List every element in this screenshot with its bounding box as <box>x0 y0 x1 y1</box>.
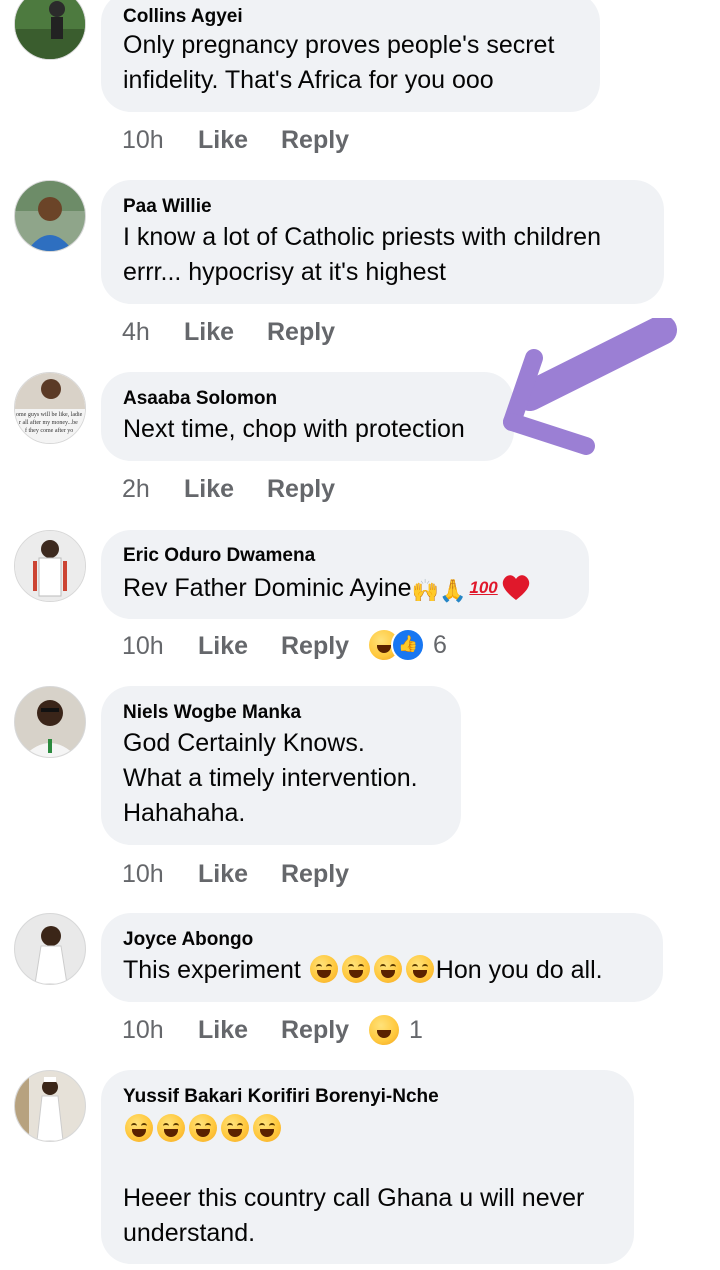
reply-button[interactable]: Reply <box>281 123 349 157</box>
annotation-arrow-icon <box>503 318 677 455</box>
comment-author[interactable]: Yussif Bakari Korifiri Borenyi-Nche <box>123 1086 439 1108</box>
comment-bubble: Collins Agyei Only pregnancy proves peop… <box>101 0 600 112</box>
like-button[interactable]: Like <box>198 1013 248 1047</box>
reply-button[interactable]: Reply <box>281 1013 349 1047</box>
tears-of-joy-icon <box>373 955 402 983</box>
avatar[interactable] <box>14 686 86 758</box>
comment-timestamp[interactable]: 2h <box>122 472 150 506</box>
folded-hands-icon: 🙏 <box>438 578 467 603</box>
red-heart-icon <box>502 575 529 600</box>
comment-timestamp[interactable]: 10h <box>122 857 164 891</box>
reply-button[interactable]: Reply <box>281 857 349 891</box>
like-reaction-icon: 👍 <box>391 628 425 662</box>
tears-of-joy-icon <box>309 955 338 983</box>
comment-text-line: infidelity. That's Africa for you ooo <box>123 66 494 94</box>
comment-text-line: Heeer this country call Ghana u will nev… <box>123 1184 585 1212</box>
comment-text-line: This experiment Hon you do all. <box>123 953 603 988</box>
comment-text-line: God Certainly Knows. <box>123 729 365 757</box>
reply-button[interactable]: Reply <box>281 629 349 663</box>
reply-button[interactable]: Reply <box>267 472 335 506</box>
comment-author[interactable]: Niels Wogbe Manka <box>123 702 301 724</box>
comment-bubble: Paa Willie I know a lot of Catholic prie… <box>101 180 664 304</box>
comment-bubble: Eric Oduro Dwamena Rev Father Dominic Ay… <box>101 530 589 619</box>
reaction-count: 1 <box>409 1016 423 1044</box>
hundred-points-icon: 100 <box>469 578 498 597</box>
comment-text-line: understand. <box>123 1219 256 1247</box>
avatar-caption: r all after my money...be <box>19 419 78 426</box>
comment-timestamp[interactable]: 10h <box>122 1013 164 1047</box>
tears-of-joy-icon <box>189 1114 217 1142</box>
comment-author[interactable]: Paa Willie <box>123 196 212 218</box>
avatar[interactable] <box>14 0 86 60</box>
comment-timestamp[interactable]: 10h <box>122 629 164 663</box>
tears-of-joy-icon <box>405 955 434 983</box>
comment-bubble: Asaaba Solomon Next time, chop with prot… <box>101 372 514 461</box>
comment-author[interactable]: Eric Oduro Dwamena <box>123 545 315 567</box>
like-button[interactable]: Like <box>198 629 248 663</box>
tears-of-joy-icon <box>221 1114 249 1142</box>
like-button[interactable]: Like <box>184 315 234 349</box>
reply-button[interactable]: Reply <box>267 315 335 349</box>
comment-text-line: Hahahaha. <box>123 799 246 827</box>
reaction-count: 6 <box>433 631 447 659</box>
comment-text: Rev Father Dominic Ayine <box>123 574 412 602</box>
reaction-summary[interactable]: 1 <box>367 1013 437 1047</box>
comment-timestamp[interactable]: 4h <box>122 315 150 349</box>
avatar[interactable] <box>14 1070 86 1142</box>
comment-text-line: What a timely intervention. <box>123 764 418 792</box>
avatar[interactable] <box>14 913 86 985</box>
comment-text-line: Rev Father Dominic Ayine🙌🙏 100 <box>123 570 531 608</box>
comment-author[interactable]: Joyce Abongo <box>123 929 253 951</box>
comment-bubble: Niels Wogbe Manka God Certainly Knows. W… <box>101 686 461 845</box>
tears-of-joy-icon <box>157 1114 185 1142</box>
reaction-summary[interactable]: 👍 6 <box>367 628 487 662</box>
comment-text: This experiment <box>123 956 308 984</box>
comment-bubble: Yussif Bakari Korifiri Borenyi-Nche Heee… <box>101 1070 634 1264</box>
avatar[interactable]: ome guys will be like, ladie r all after… <box>14 372 86 444</box>
comment-text-line: I know a lot of Catholic priests with ch… <box>123 223 601 251</box>
comment-bubble: Joyce Abongo This experiment Hon you do … <box>101 913 663 1002</box>
like-button[interactable]: Like <box>184 472 234 506</box>
comment-text-line: Only pregnancy proves people's secret <box>123 31 555 59</box>
comment-author[interactable]: Asaaba Solomon <box>123 388 277 410</box>
avatar-caption: f they come after yo <box>25 427 73 434</box>
avatar[interactable] <box>14 530 86 602</box>
like-button[interactable]: Like <box>198 123 248 157</box>
like-button[interactable]: Like <box>198 857 248 891</box>
raising-hands-icon: 🙌 <box>411 578 439 603</box>
tears-of-joy-icon <box>341 955 370 983</box>
comment-text-line: Next time, chop with protection <box>123 415 465 443</box>
comment-text: Hon you do all. <box>435 956 603 984</box>
avatar[interactable] <box>14 180 86 252</box>
tears-of-joy-icon <box>125 1114 153 1142</box>
tears-of-joy-icon <box>253 1114 281 1142</box>
avatar-caption: ome guys will be like, ladie <box>16 412 83 418</box>
comment-text-line: errr... hypocrisy at it's highest <box>123 258 446 286</box>
comment-emoji-line <box>123 1112 283 1147</box>
comment-timestamp[interactable]: 10h <box>122 123 164 157</box>
comment-author[interactable]: Collins Agyei <box>123 6 243 28</box>
haha-reaction-icon <box>367 1013 401 1047</box>
